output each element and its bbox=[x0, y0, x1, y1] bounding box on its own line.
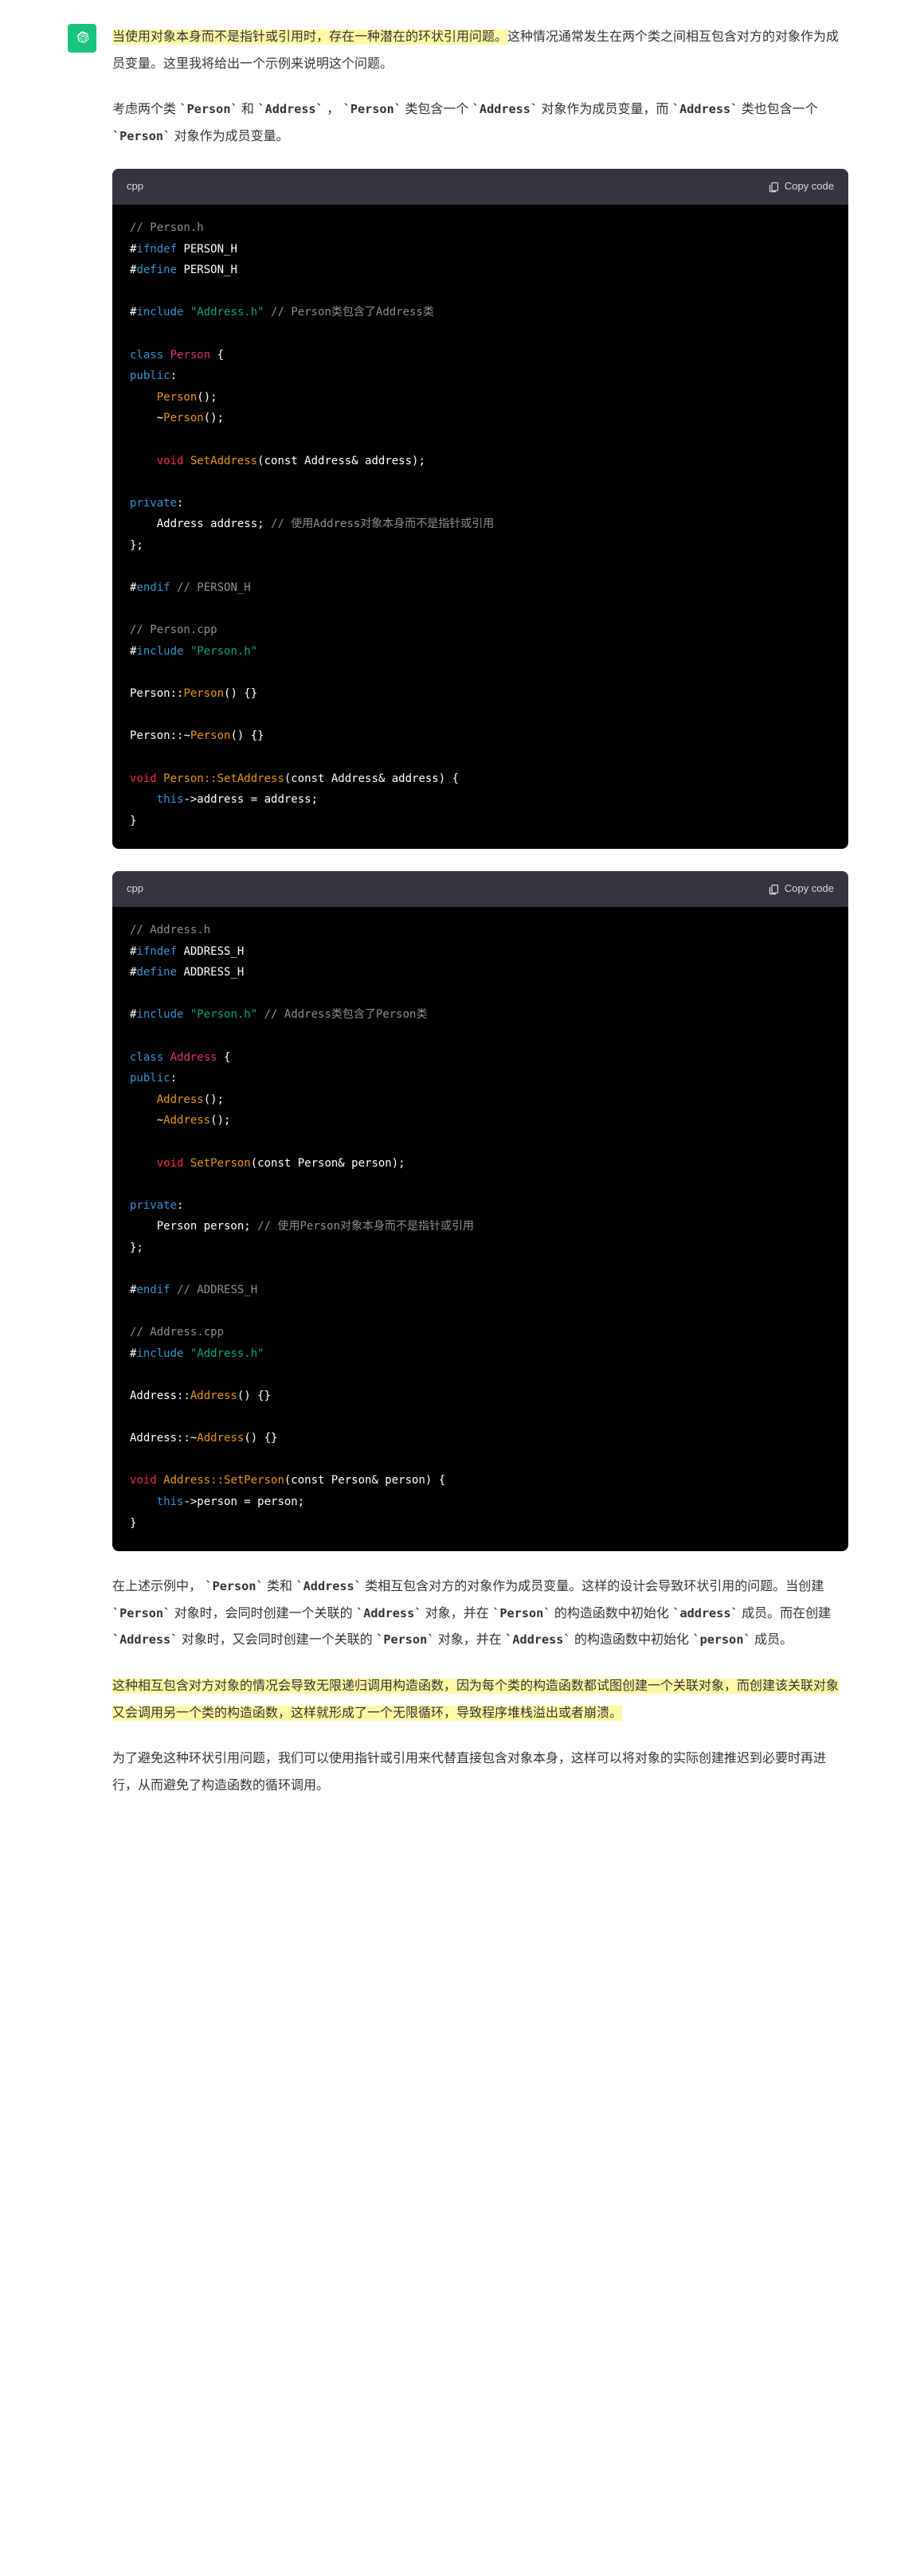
message-content: 当使用对象本身而不是指针或引用时，存在一种潜在的环状引用问题。这种情况通常发生在… bbox=[112, 24, 848, 1818]
paragraph-3: 在上述示例中， `Person` 类和 `Address` 类相互包含对方的对象… bbox=[112, 1573, 848, 1654]
paragraph-4: 这种相互包含对方对象的情况会导致无限递归调用构造函数，因为每个类的构造函数都试图… bbox=[112, 1673, 848, 1726]
paragraph-1: 当使用对象本身而不是指针或引用时，存在一种潜在的环状引用问题。这种情况通常发生在… bbox=[112, 24, 848, 77]
code-lang-label: cpp bbox=[127, 879, 143, 899]
inline-code: `Person` bbox=[179, 102, 237, 116]
inline-code: `Person` bbox=[376, 1632, 434, 1647]
code-body: // Person.h #ifndef PERSON_H #define PER… bbox=[112, 205, 848, 849]
paragraph-5: 为了避免这种环状引用问题，我们可以使用指针或引用来代替直接包含对象本身，这样可以… bbox=[112, 1745, 848, 1799]
inline-code: `Address` bbox=[505, 1632, 570, 1647]
clipboard-icon bbox=[768, 883, 780, 895]
inline-code: `person` bbox=[692, 1632, 750, 1647]
inline-code: `Person` bbox=[112, 129, 170, 143]
highlight-1: 当使用对象本身而不是指针或引用时，存在一种潜在的环状引用问题。 bbox=[112, 29, 507, 45]
inline-code: `Person` bbox=[112, 1606, 170, 1620]
code-lang-label: cpp bbox=[127, 177, 143, 197]
inline-code: `Person` bbox=[205, 1579, 263, 1593]
inline-code: `Address` bbox=[296, 1579, 362, 1593]
highlight-2: 这种相互包含对方对象的情况会导致无限递归调用构造函数，因为每个类的构造函数都试图… bbox=[112, 1679, 839, 1721]
inline-code: `address` bbox=[672, 1606, 738, 1620]
inline-code: `Address` bbox=[672, 102, 738, 116]
code-header: cpp Copy code bbox=[112, 871, 848, 907]
code-header: cpp Copy code bbox=[112, 169, 848, 205]
chatgpt-avatar bbox=[68, 24, 96, 53]
inline-code: `Address` bbox=[472, 102, 538, 116]
clipboard-icon bbox=[768, 181, 780, 193]
copy-code-label: Copy code bbox=[785, 177, 834, 197]
inline-code: `Address` bbox=[356, 1606, 421, 1620]
inline-code: `Address` bbox=[258, 102, 323, 116]
inline-code: `Person` bbox=[343, 102, 401, 116]
code-body: // Address.h #ifndef ADDRESS_H #define A… bbox=[112, 907, 848, 1551]
inline-code: `Address` bbox=[112, 1632, 178, 1647]
code-block-person: cpp Copy code // Person.h #ifndef PERSON… bbox=[112, 169, 848, 849]
copy-code-button[interactable]: Copy code bbox=[768, 177, 834, 197]
copy-code-button[interactable]: Copy code bbox=[768, 879, 834, 899]
copy-code-label: Copy code bbox=[785, 879, 834, 899]
inline-code: `Person` bbox=[492, 1606, 550, 1620]
paragraph-2: 考虑两个类 `Person` 和 `Address` ， `Person` 类包… bbox=[112, 96, 848, 150]
code-block-address: cpp Copy code // Address.h #ifndef ADDRE… bbox=[112, 871, 848, 1551]
